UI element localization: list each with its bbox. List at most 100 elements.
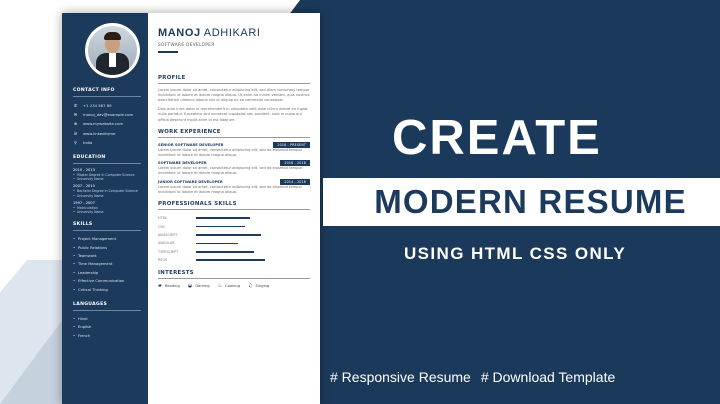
interest-label: Gaming xyxy=(195,284,210,289)
contact-heading: CONTACT INFO xyxy=(73,88,141,97)
job-title: JUNIOR SOFTWARE DEVELOPER xyxy=(158,179,223,184)
contact-item: ⊕ www.mywebsite.com xyxy=(73,119,141,128)
job-date-badge: 2018 - PRESENT xyxy=(273,141,310,148)
pro-skill-row: ANGULAR xyxy=(158,239,310,247)
resume-role: SOFTWARE DEVELOPER xyxy=(158,42,215,47)
interest-item: ♫ Singing xyxy=(248,283,269,289)
pro-skill-bar-fill xyxy=(196,242,238,245)
contact-text: www.mywebsite.com xyxy=(83,121,124,127)
interest-label: Cooking xyxy=(225,284,241,289)
skill-item: Project Management xyxy=(73,235,141,244)
job-description: Lorem ipsum dolor sit amet, consectetur … xyxy=(158,166,303,176)
resume-preview: CONTACT INFO ✆ +1 234 567 89 ✉ manoj_dev@ex… xyxy=(62,13,320,404)
pro-skill-bar xyxy=(196,259,268,261)
pro-skill-row: REUS xyxy=(158,256,310,264)
skills-heading: SKILLS xyxy=(73,222,141,232)
pro-skill-name: CSS xyxy=(158,224,165,229)
interest-label: Singing xyxy=(255,284,270,289)
pro-skill-bar xyxy=(196,242,268,245)
pro-skill-bar-fill xyxy=(196,234,261,236)
job-title: SOFTWARE DEVELOPER xyxy=(158,161,207,166)
skill-item: Leadership xyxy=(73,269,141,278)
pro-skill-name: HTML xyxy=(158,216,168,221)
interests-section: INTERESTS ▰ Reading ◒ Gaming ♨ Cooking ♫ Singin… xyxy=(158,270,310,289)
profile-section: PROFILE Lorem ipsum dolor sit amet, cons… xyxy=(158,75,310,123)
skill-item: Public Relations xyxy=(73,244,141,253)
contact-item: ✆ +1 234 567 89 xyxy=(73,101,141,110)
job-description: Lorem ipsum dolor sit amet, consectetur … xyxy=(158,147,303,158)
education-item: 1997 - 2007MatriculationUniversity Name xyxy=(73,201,141,215)
interest-item: ♨ Cooking xyxy=(218,283,240,289)
phone-icon: ✆ xyxy=(73,103,78,109)
experience-list: SENIOR SOFTWARE DEVELOPER 2018 - PRESENT L… xyxy=(158,141,310,195)
contact-item: ✉ manoj_dev@example.com xyxy=(73,110,141,119)
skills-section: SKILLS Project ManagementPublic Relation… xyxy=(73,222,141,294)
profile-heading: PROFILE xyxy=(158,75,310,84)
education-detail: University Name xyxy=(73,210,141,214)
location-icon: ⚲ xyxy=(74,139,77,145)
pro-skill-row: JAVASCRIPT xyxy=(158,231,310,239)
experience-section: WORK EXPERIENCE SENIOR SOFTWARE DEVELOPE… xyxy=(158,129,310,195)
pro-skill-bar-fill xyxy=(196,217,250,220)
cooking-icon: ♨ xyxy=(217,283,223,290)
gamepad-icon: ◒ xyxy=(187,283,193,290)
education-list: 2010 - 2013Master Degree in Computer Sci… xyxy=(73,168,141,214)
skills-list: Project ManagementPublic RelationsTeamwo… xyxy=(73,235,141,294)
profile-photo-image xyxy=(88,26,137,75)
book-icon: ▰ xyxy=(158,283,162,290)
interests-list: ▰ Reading ◒ Gaming ♨ Cooking ♫ Singing xyxy=(158,283,310,289)
profile-photo xyxy=(85,23,140,78)
skill-item: Time Management xyxy=(73,260,141,269)
interests-heading: INTERESTS xyxy=(158,270,310,280)
skill-item: Teamwork xyxy=(73,252,141,261)
globe-icon: ⊕ xyxy=(73,121,78,127)
hero-title: CREATE xyxy=(392,111,602,165)
education-detail: University Name xyxy=(73,194,141,198)
pro-skill-bar xyxy=(196,250,268,253)
pro-skill-bar xyxy=(196,225,268,228)
contact-list: ✆ +1 234 567 89 ✉ manoj_dev@example.com ⊕ www… xyxy=(73,101,141,147)
pro-skill-bar-fill xyxy=(196,259,266,261)
pro-skill-name: ANGULAR xyxy=(158,241,175,246)
name-last: ADHIKARI xyxy=(203,27,261,39)
contact-text: www.linkedin/me xyxy=(83,130,116,136)
tag-responsive-resume: # Responsive Resume xyxy=(330,369,471,385)
profile-paragraph-1: Lorem ipsum dolor sit amet, consectetur … xyxy=(158,87,310,102)
profile-paragraph-2: Duis aute irure dolor in reprehenderit i… xyxy=(158,107,308,122)
job-title: SENIOR SOFTWARE DEVELOPER xyxy=(158,142,224,147)
hero-tags: # Responsive Resume # Download Template xyxy=(330,369,630,385)
pro-skill-name: TYPESCRIPT xyxy=(158,249,179,254)
name-first: MANOJ xyxy=(158,27,201,39)
job-description: Lorem ipsum dolor sit amet, consectetur … xyxy=(158,184,303,194)
hero-banner: MODERN RESUME xyxy=(323,178,720,226)
music-icon: ♫ xyxy=(248,283,253,290)
pro-skill-row: TYPESCRIPT xyxy=(158,248,310,256)
languages-heading: LANGUAGES xyxy=(73,302,141,311)
pro-skill-bar-fill xyxy=(196,250,254,253)
language-item: Hindi xyxy=(73,315,141,324)
pro-skill-name: JAVASCRIPT xyxy=(158,233,178,237)
pro-skill-bar-fill xyxy=(196,225,245,228)
education-detail: University Name xyxy=(73,177,141,181)
resume-name: MANOJ ADHIKARI xyxy=(158,27,310,39)
pro-skills-list: HTML CSS JAVASCRIPT ANGULAR TYPESCRIPT REUS xyxy=(158,214,310,264)
tag-download-template: # Download Template xyxy=(480,369,616,385)
pro-skills-section: PROFESSIONALS SKILLS HTML CSS JAVASCRIPT AN… xyxy=(158,201,310,264)
experience-heading: WORK EXPERIENCE xyxy=(158,129,310,138)
skill-item: Effective Communication xyxy=(73,277,141,286)
hero-banner-text: MODERN RESUME xyxy=(374,183,687,220)
pro-skills-heading: PROFESSIONALS SKILLS xyxy=(158,201,310,211)
pro-skill-bar xyxy=(196,217,268,220)
contact-item: in www.linkedin/me xyxy=(73,129,141,138)
pro-skill-row: HTML xyxy=(158,214,310,222)
resume-main: MANOJ ADHIKARI SOFTWARE DEVELOPER PROFIL… xyxy=(148,13,320,404)
job-date-badge: 2014 - 2016 xyxy=(280,178,310,185)
interest-item: ▰ Reading xyxy=(158,283,180,289)
contact-item: ⚲ India xyxy=(73,138,141,147)
pro-skill-bar xyxy=(196,234,268,236)
language-item: French xyxy=(73,332,141,341)
languages-section: LANGUAGES HindiEnglishFrench xyxy=(73,302,141,341)
skill-item: Critical Thinking xyxy=(73,286,141,295)
education-heading: EDUCATION xyxy=(73,155,141,164)
linkedin-icon: in xyxy=(73,130,78,136)
